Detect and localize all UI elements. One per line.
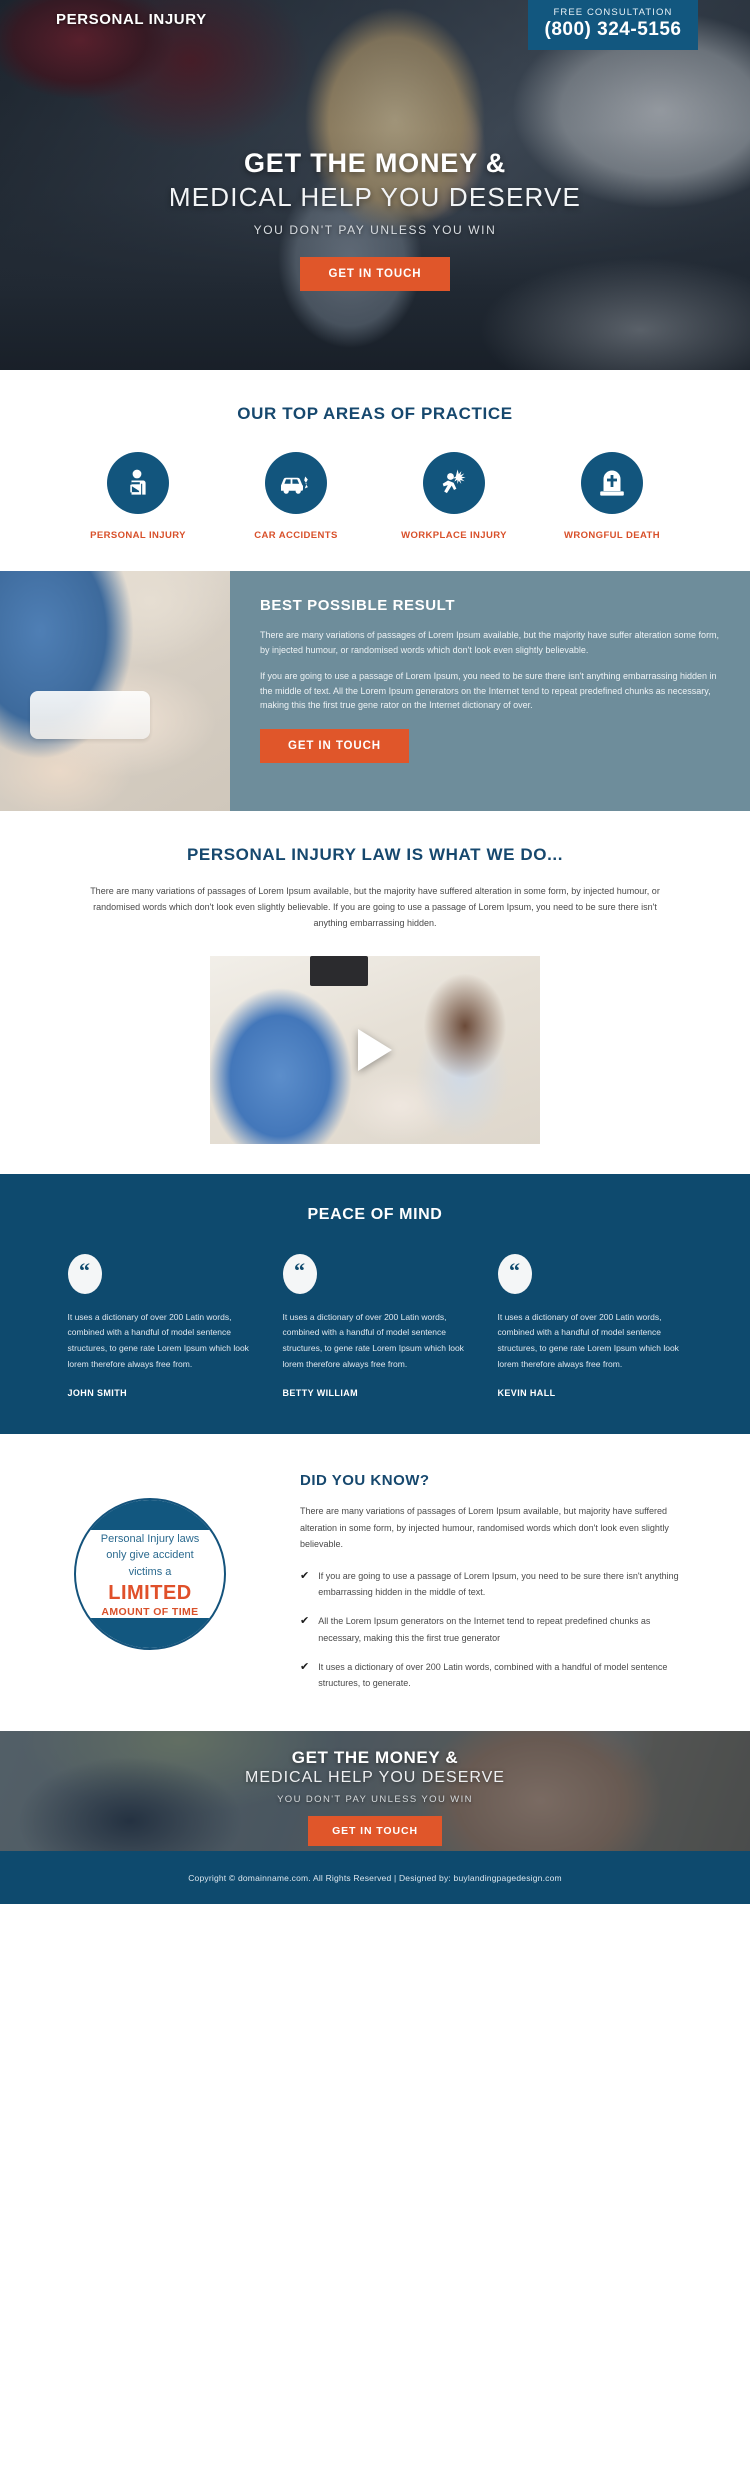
testimonial-text: It uses a dictionary of over 200 Latin w…	[67, 1311, 249, 1369]
did-you-know-title: DID YOU KNOW?	[300, 1472, 430, 1490]
testimonial-text: It uses a dictionary of over 200 Latin w…	[282, 1311, 464, 1369]
bottom-cta-subheadline: YOU DON'T PAY UNLESS YOU WIN	[277, 1794, 473, 1806]
footer-copyright-text: Copyright © domainname.com. All Rights R…	[188, 1872, 454, 1883]
best-result-paragraph-1: There are many variations of passages of…	[260, 630, 720, 655]
phone-number[interactable]: (800) 324-5156	[544, 19, 682, 41]
practice-icon-circle	[423, 452, 485, 514]
landing-page: PERSONAL INJURY FREE CONSULTATION (800) …	[0, 0, 750, 1905]
footer-copyright: Copyright © domainname.com. All Rights R…	[188, 1873, 562, 1883]
best-result-paragraph-2: If you are going to use a passage of Lor…	[260, 670, 717, 711]
practice-item-personal-injury[interactable]: PERSONAL INJURY	[71, 452, 205, 541]
law-section-title: PERSONAL INJURY LAW IS WHAT WE DO...	[186, 845, 564, 864]
tombstone-cross-icon	[600, 470, 624, 496]
practice-icon-circle	[265, 452, 327, 514]
testimonial-author: BETTY WILLIAM	[282, 1388, 359, 1399]
check-icon: ✔	[300, 1615, 310, 1628]
practice-areas-list: PERSONAL INJURY CAR ACCIDENTS WORKPLACE …	[0, 452, 750, 541]
practice-icon-circle	[107, 452, 169, 514]
quote-icon: “	[79, 1257, 90, 1283]
free-consultation-label: FREE CONSULTATION	[553, 7, 673, 18]
best-result-title: BEST POSSIBLE RESULT	[260, 597, 456, 614]
practice-areas-section: OUR TOP AREAS OF PRACTICE PERSONAL INJUR…	[0, 370, 750, 571]
badge-line-1: Personal Injury laws only give accident …	[100, 1532, 200, 1578]
testimonial-author: KEVIN HALL	[497, 1388, 556, 1399]
best-result-panel: BEST POSSIBLE RESULT There are many vari…	[230, 571, 750, 811]
limited-time-badge: Personal Injury laws only give accident …	[74, 1498, 226, 1651]
did-you-know-section: Personal Injury laws only give accident …	[0, 1434, 750, 1732]
testimonial-text: It uses a dictionary of over 200 Latin w…	[497, 1311, 679, 1369]
quote-bubble: “	[282, 1253, 317, 1294]
hero-section: PERSONAL INJURY FREE CONSULTATION (800) …	[0, 0, 750, 370]
practice-label: CAR ACCIDENTS	[254, 530, 338, 541]
did-you-know-content: DID YOU KNOW? There are many variations …	[300, 1472, 750, 1691]
did-you-know-paragraph: There are many variations of passages of…	[300, 1506, 669, 1549]
bullet-item: ✔ All the Lorem Ipsum generators on the …	[300, 1613, 692, 1645]
footer-designer-link[interactable]: buylandingpagedesign.com	[454, 1873, 562, 1883]
practice-item-workplace-injury[interactable]: WORKPLACE INJURY	[387, 452, 521, 541]
bottom-cta-copy: GET THE MONEY & MEDICAL HELP YOU DESERVE…	[0, 1731, 750, 1851]
did-you-know-badge-column: Personal Injury laws only give accident …	[0, 1472, 300, 1691]
bottom-cta-headline-line2: MEDICAL HELP YOU DESERVE	[245, 1769, 505, 1787]
hero-cta-wrapper: GET IN TOUCH	[0, 257, 750, 291]
practice-areas-title: OUR TOP AREAS OF PRACTICE	[237, 404, 513, 423]
hero-headline-line1: GET THE MONEY &	[243, 148, 507, 178]
quote-bubble: “	[497, 1253, 532, 1294]
best-result-cta-wrapper: GET IN TOUCH	[260, 729, 720, 764]
testimonials-list: “ It uses a dictionary of over 200 Latin…	[0, 1253, 750, 1399]
best-result-photo	[0, 571, 230, 811]
badge-content: Personal Injury laws only give accident …	[76, 1531, 224, 1619]
video-player[interactable]	[210, 955, 540, 1144]
bottom-cta-button-wrapper: GET IN TOUCH	[0, 1816, 750, 1847]
site-logo: PERSONAL INJURY	[56, 11, 207, 28]
hero-copy: GET THE MONEY & MEDICAL HELP YOU DESERVE…	[0, 148, 750, 291]
badge-line-2: LIMITED	[108, 1582, 192, 1605]
hero-subheadline: YOU DON'T PAY UNLESS YOU WIN	[253, 223, 497, 237]
practice-label: WRONGFUL DEATH	[563, 530, 661, 541]
quote-bubble: “	[67, 1253, 102, 1294]
testimonial-card: “ It uses a dictionary of over 200 Latin…	[282, 1253, 468, 1399]
testimonial-author: JOHN SMITH	[67, 1388, 128, 1399]
practice-item-wrongful-death[interactable]: WRONGFUL DEATH	[545, 452, 679, 541]
best-result-section: BEST POSSIBLE RESULT There are many vari…	[0, 571, 750, 811]
law-video-section: PERSONAL INJURY LAW IS WHAT WE DO... The…	[0, 811, 750, 1174]
bottom-cta-headline-line1: GET THE MONEY &	[291, 1748, 459, 1768]
bullet-text: If you are going to use a passage of Lor…	[318, 1571, 679, 1598]
bullet-text: It uses a dictionary of over 200 Latin w…	[318, 1661, 668, 1688]
practice-label: PERSONAL INJURY	[90, 530, 186, 541]
falling-worker-icon	[442, 469, 466, 494]
testimonials-section: PEACE OF MIND “ It uses a dictionary of …	[0, 1173, 750, 1435]
bullet-item: ✔ If you are going to use a passage of L…	[300, 1568, 692, 1600]
practice-label: WORKPLACE INJURY	[401, 530, 507, 541]
testimonial-card: “ It uses a dictionary of over 200 Latin…	[67, 1253, 253, 1399]
quote-icon: “	[294, 1257, 305, 1283]
car-crash-icon	[281, 476, 308, 494]
page-footer: Copyright © domainname.com. All Rights R…	[0, 1851, 750, 1905]
phone-consultation-box[interactable]: FREE CONSULTATION (800) 324-5156	[528, 0, 698, 50]
best-result-get-in-touch-button[interactable]: GET IN TOUCH	[260, 729, 410, 764]
bottom-cta-section: GET THE MONEY & MEDICAL HELP YOU DESERVE…	[0, 1731, 750, 1852]
check-icon: ✔	[300, 1660, 310, 1673]
check-icon: ✔	[300, 1570, 310, 1582]
play-icon[interactable]	[358, 1028, 392, 1071]
person-arm-sling-icon	[130, 469, 146, 495]
quote-icon: “	[509, 1257, 520, 1283]
hero-get-in-touch-button[interactable]: GET IN TOUCH	[300, 257, 450, 291]
hero-headline-line2: MEDICAL HELP YOU DESERVE	[168, 182, 582, 212]
badge-line-3: AMOUNT OF TIME	[101, 1606, 199, 1619]
did-you-know-bullet-list: ✔ If you are going to use a passage of L…	[300, 1568, 692, 1691]
law-section-intro: There are many variations of passages of…	[90, 886, 660, 929]
testimonial-card: “ It uses a dictionary of over 200 Latin…	[497, 1253, 683, 1399]
bottom-get-in-touch-button[interactable]: GET IN TOUCH	[308, 1816, 442, 1847]
testimonials-title: PEACE OF MIND	[307, 1205, 443, 1223]
practice-item-car-accidents[interactable]: CAR ACCIDENTS	[229, 452, 363, 541]
bullet-item: ✔ It uses a dictionary of over 200 Latin…	[300, 1659, 692, 1691]
practice-icon-circle	[581, 452, 643, 514]
bullet-text: All the Lorem Ipsum generators on the In…	[318, 1616, 651, 1643]
